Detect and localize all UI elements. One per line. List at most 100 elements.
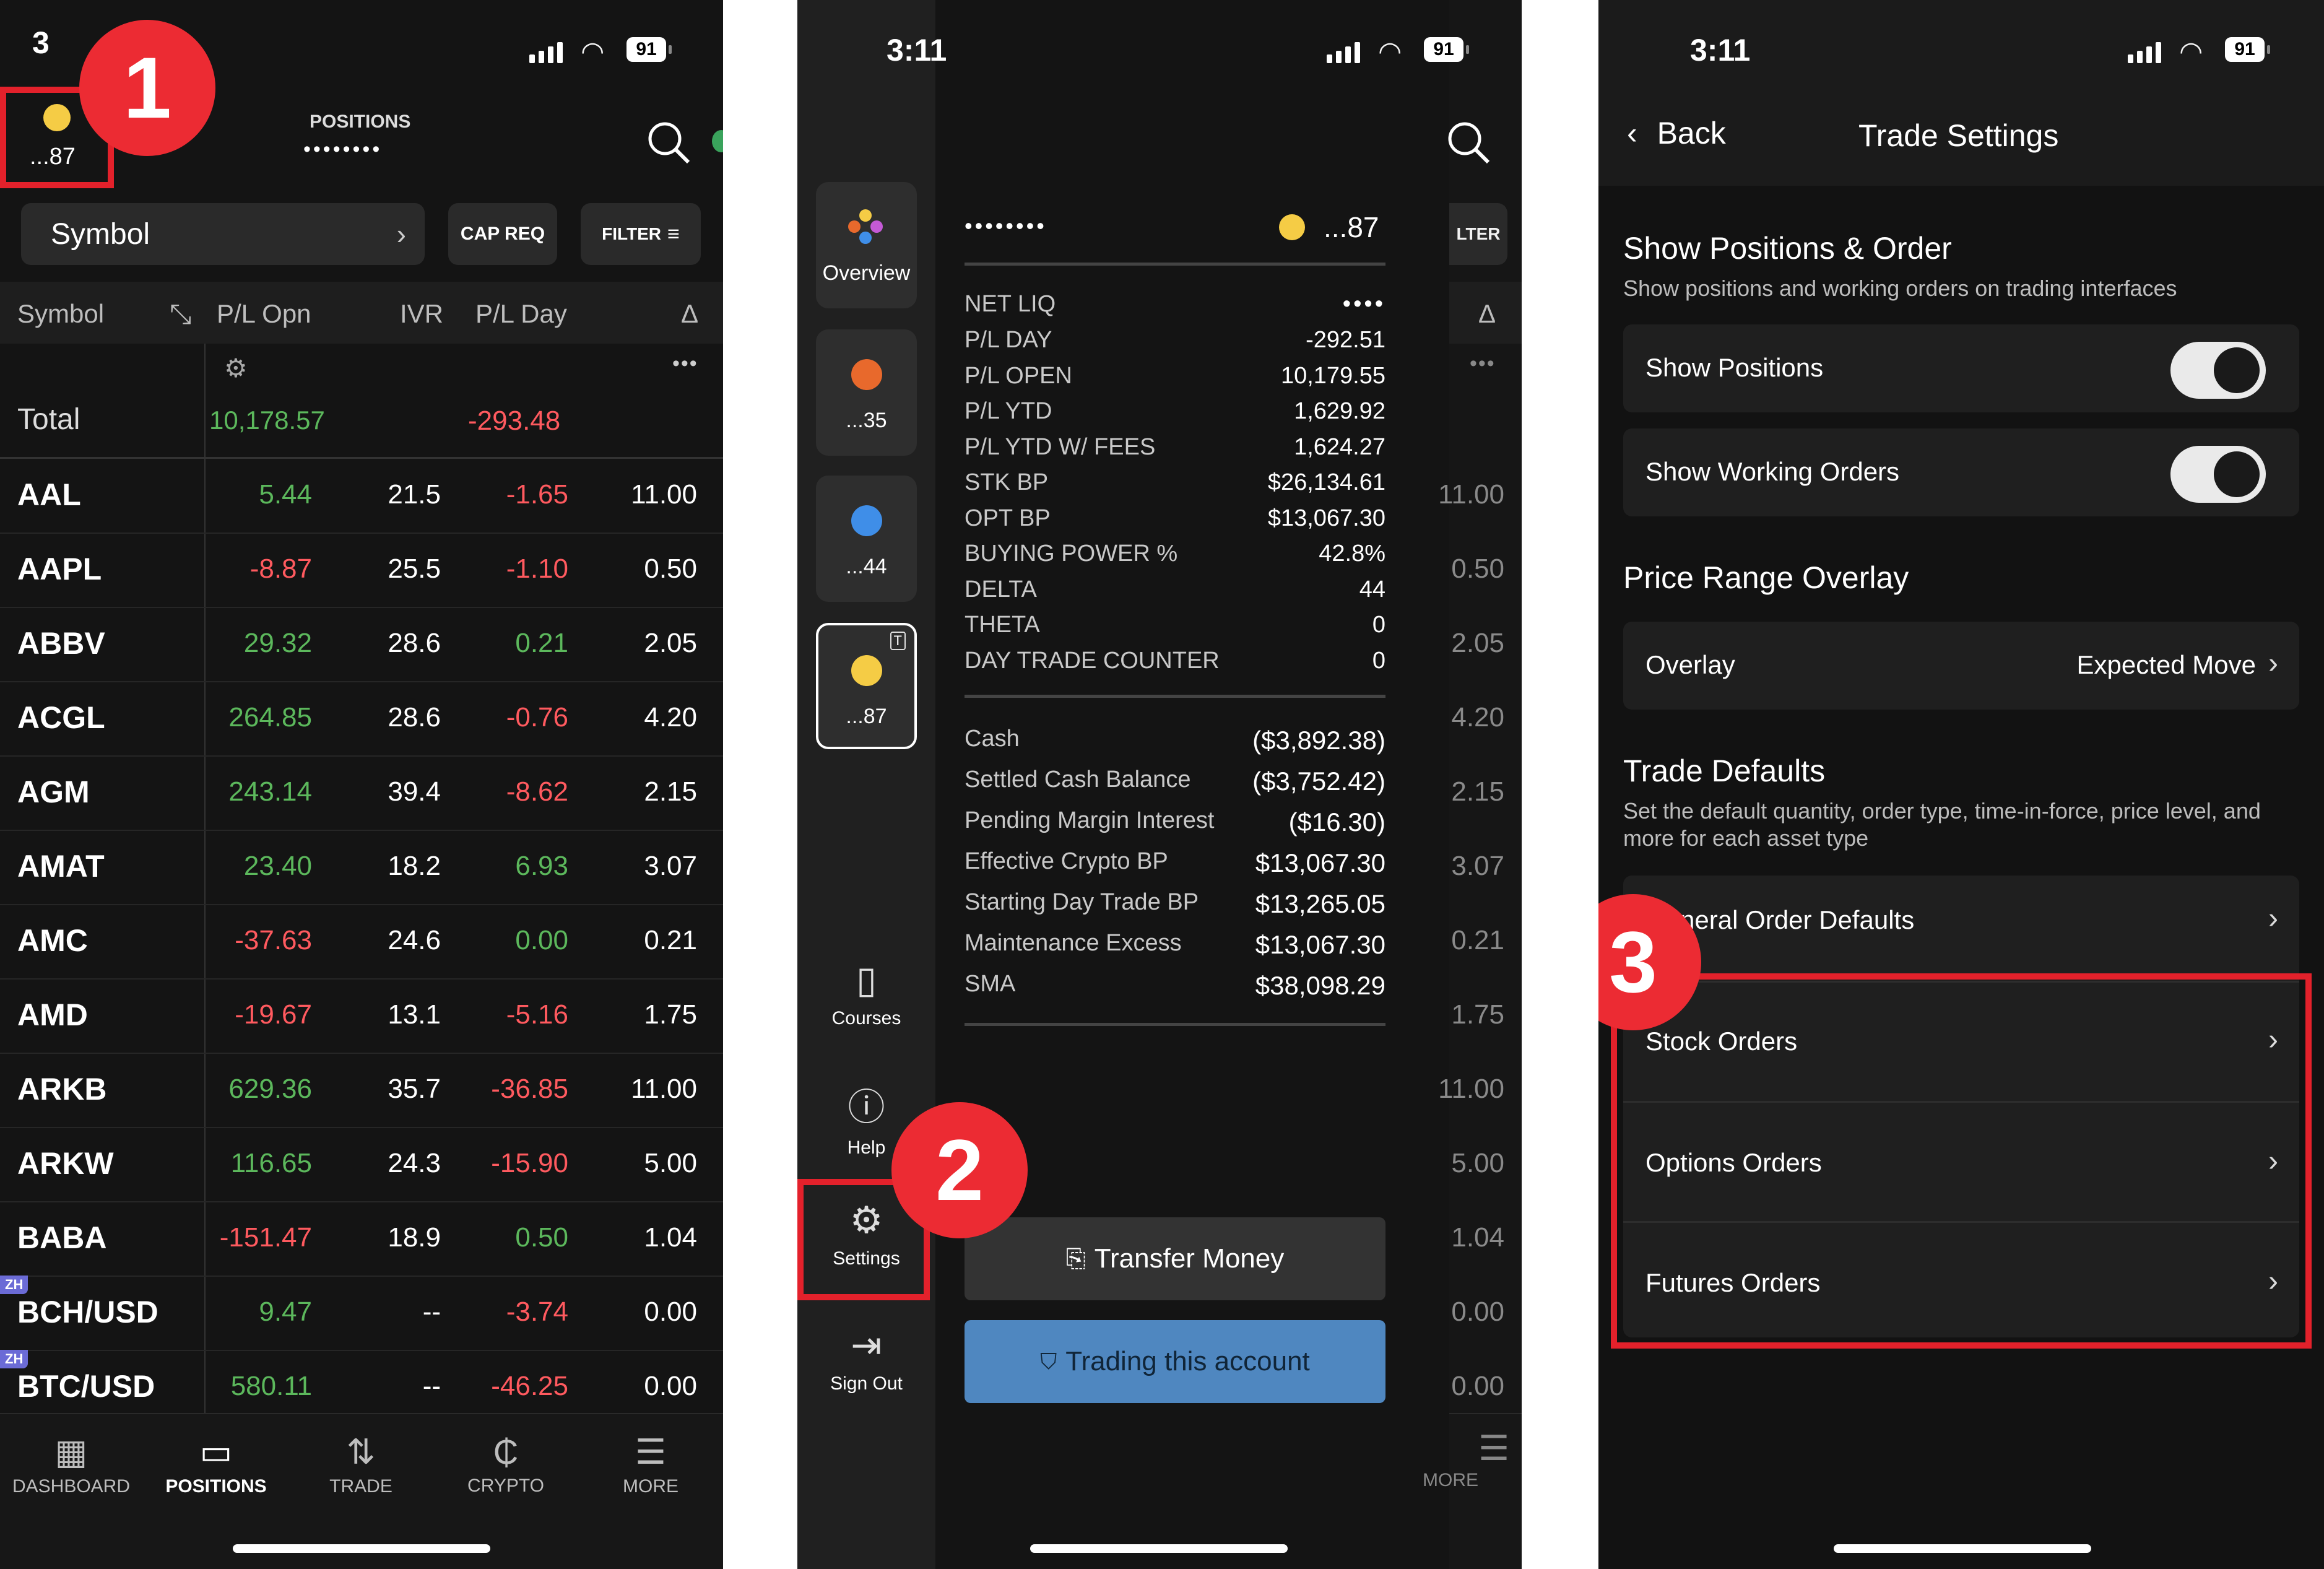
show-working-orders-toggle[interactable] [2170,446,2266,503]
symbol-cell: BTC/USD [17,1369,155,1404]
ivr-cell: 28.6 [388,628,441,658]
pl-day-cell: -0.76 [506,702,568,732]
shield-icon: ⛉ [1040,1348,1057,1374]
table-row[interactable]: BABA -151.47 18.9 0.50 1.04 [0,1201,723,1277]
chevron-right-icon: › [396,218,406,250]
row-label: Overlay [1645,650,1735,679]
ivr-cell: 24.3 [388,1148,441,1178]
delta-cell: 1.04 [644,1222,697,1253]
tab-dashboard[interactable]: ▦ DASHBOARD [0,1432,142,1497]
col-ivr[interactable]: IVR [400,299,443,329]
step-badge-2: 2 [891,1102,1028,1238]
table-row[interactable]: AAL 5.44 21.5 -1.65 11.00 [0,458,723,534]
gear-icon[interactable]: ⚙ [224,353,248,383]
balance-label: Starting Day Trade BP [965,889,1199,915]
trading-account-button[interactable]: ⛉ Trading this account [965,1320,1385,1403]
metric-value: $13,067.30 [1267,505,1385,531]
transfer-money-button[interactable]: ⎘ Transfer Money [965,1217,1385,1300]
wifi-icon: ◠ [1378,37,1402,67]
table-row[interactable]: ACGL 264.85 28.6 -0.76 4.20 [0,681,723,757]
show-working-orders-row: Show Working Orders [1623,428,2299,516]
metric-label: P/L YTD W/ FEES [965,433,1156,460]
table-row[interactable]: AMAT 23.40 18.2 6.93 3.07 [0,830,723,905]
back-button[interactable]: ‹ Back [1627,115,1726,151]
pl-open-cell: 580.11 [230,1371,312,1401]
table-row[interactable]: ARKW 116.65 24.3 -15.90 5.00 [0,1127,723,1202]
col-symbol[interactable]: Symbol [17,299,104,329]
cap-req-button[interactable]: CAP REQ [448,203,557,265]
more-dots-icon[interactable]: ••• [672,352,698,376]
show-positions-row: Show Positions [1623,324,2299,412]
bg-delta-value: 1.04 [1451,1222,1504,1253]
balance-row: Pending Margin Interest ($16.30) [965,807,1385,837]
home-indicator [1030,1544,1288,1553]
symbol-cell: AAL [17,477,81,512]
pl-open-cell: -8.87 [249,554,312,584]
section-title: Price Range Overlay [1623,560,1909,595]
balance-row: Settled Cash Balance ($3,752.42) [965,767,1385,796]
metric-label: NET LIQ [965,291,1056,317]
filter-button[interactable]: FILTER ≡ [581,203,701,265]
chevron-right-icon: › [2268,902,2278,935]
account-label: ...35 [846,409,887,432]
dashboard-icon: ▦ [54,1432,88,1471]
positions-title: POSITIONS [310,111,411,132]
overlay-row[interactable]: Overlay Expected Move › [1623,622,2299,710]
metric-value: $26,134.61 [1267,469,1385,495]
account-87-selected[interactable]: ...87 T [816,623,917,749]
signal-icon [529,42,563,63]
general-order-defaults-row[interactable]: General Order Defaults › [1623,877,2299,965]
ivr-cell: -- [422,1297,441,1327]
table-row[interactable]: ABBV 29.32 28.6 0.21 2.05 [0,607,723,682]
rail-courses[interactable]: ▯ Courses [797,958,935,1029]
show-positions-toggle[interactable] [2170,342,2266,399]
table-row[interactable]: AGM 243.14 39.4 -8.62 2.15 [0,755,723,831]
delta-cell: 0.21 [644,925,697,955]
expand-icon[interactable]: ⤡ [170,299,191,330]
tab-more[interactable]: ☰ MORE [579,1432,722,1497]
divider [965,695,1385,698]
table-row[interactable]: AMD -19.67 13.1 -5.16 1.75 [0,978,723,1054]
section-title: Trade Defaults [1623,754,1826,788]
col-pl-day[interactable]: P/L Day [475,299,567,329]
tab-trade[interactable]: ⇅ TRADE [290,1432,432,1497]
account-35[interactable]: ...35 [816,329,917,456]
tab-label: POSITIONS [165,1476,267,1497]
table-row[interactable]: AAPL -8.87 25.5 -1.10 0.50 [0,532,723,608]
back-label: Back [1657,116,1726,150]
metric-label: OPT BP [965,505,1051,531]
metric-label: DAY TRADE COUNTER [965,647,1220,674]
signal-icon [1327,42,1360,63]
search-icon[interactable] [644,118,693,167]
rail-label: Courses [831,1008,901,1028]
pl-open-cell: 243.14 [228,776,312,807]
rail-sign-out[interactable]: ⇥ Sign Out [797,1324,935,1394]
transfer-money-label: Transfer Money [1094,1243,1285,1274]
symbol-dropdown[interactable]: Symbol › [21,203,425,265]
pl-day-cell: -1.65 [506,479,568,510]
balance-value: $13,067.30 [1255,848,1385,877]
account-44[interactable]: ...44 [816,476,917,602]
col-delta[interactable]: Δ [681,299,698,329]
table-row[interactable]: AMC -37.63 24.6 0.00 0.21 [0,904,723,980]
ivr-cell: 13.1 [388,999,441,1030]
bg-delta-value: 0.50 [1451,554,1504,584]
tab-crypto[interactable]: ₵ CRYPTO [435,1432,577,1497]
money-icon: ⎘ [1065,1245,1086,1272]
bg-delta-value: 11.00 [1438,1074,1504,1104]
bg-delta-value: 0.00 [1451,1297,1504,1327]
ivr-cell: 21.5 [388,479,441,510]
tab-label: DASHBOARD [12,1476,131,1497]
metric-row: THETA 0 [965,612,1385,638]
table-row[interactable]: BCH/USD 9.47 -- -3.74 0.00 ZH [0,1276,723,1351]
total-label: Total [17,403,80,436]
positions-screen: ◠ 91 ...87 POSITIONS •••••••• Symbol › C… [0,0,723,1569]
delta-cell: 2.05 [644,628,697,658]
table-row[interactable]: ARKB 629.36 35.7 -36.85 11.00 [0,1053,723,1128]
pl-open-cell: 264.85 [228,702,312,732]
account-overview[interactable]: Overview [816,182,917,308]
col-pl-open[interactable]: P/L Opn [217,299,311,329]
metric-row: P/L DAY -292.51 [965,327,1385,354]
account-dot-icon [1279,214,1305,240]
tab-positions[interactable]: ▭ POSITIONS [145,1432,287,1497]
